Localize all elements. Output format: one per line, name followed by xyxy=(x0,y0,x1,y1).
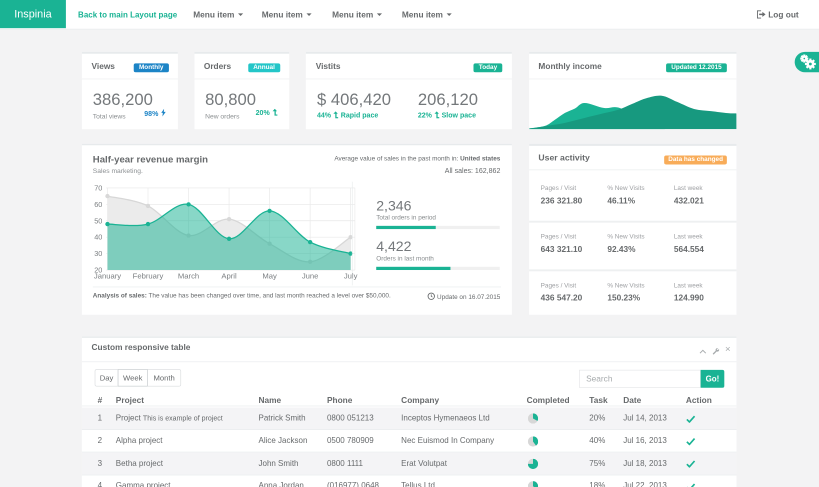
svg-text:July: July xyxy=(344,271,358,280)
svg-text:February: February xyxy=(133,271,164,280)
svg-text:January: January xyxy=(94,271,121,280)
svg-text:March: March xyxy=(178,271,199,280)
svg-text:50: 50 xyxy=(94,216,102,225)
svg-text:60: 60 xyxy=(94,200,102,209)
svg-text:40: 40 xyxy=(94,233,102,242)
svg-text:June: June xyxy=(302,271,319,280)
svg-text:30: 30 xyxy=(94,249,102,258)
svg-text:70: 70 xyxy=(94,183,102,192)
svg-text:April: April xyxy=(221,271,237,280)
svg-text:May: May xyxy=(262,271,277,280)
